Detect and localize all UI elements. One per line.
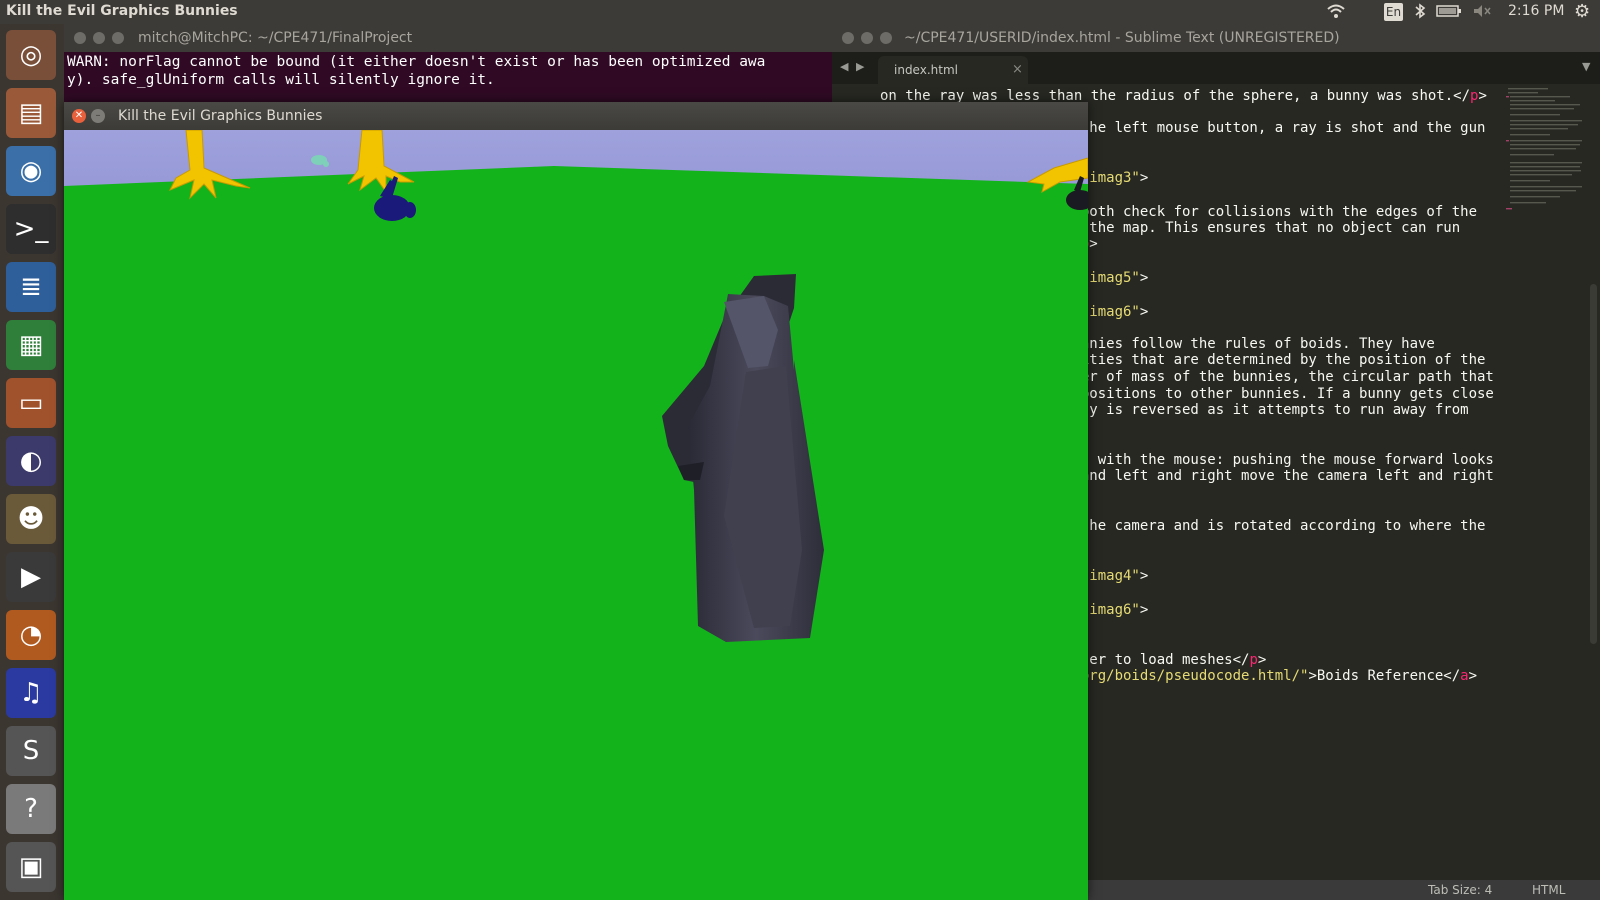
launcher-item-blender[interactable]: ◔	[6, 610, 56, 660]
code-line: nter of mass of the bunnies, the circula…	[1064, 369, 1494, 385]
gear-icon[interactable]: ⚙	[1574, 1, 1590, 22]
minimize-icon[interactable]	[93, 32, 105, 44]
launcher-item-terminal[interactable]: >_	[6, 204, 56, 254]
tab-index-html[interactable]: index.html ×	[878, 56, 1028, 84]
syntax-indicator[interactable]: HTML	[1532, 883, 1565, 897]
terminal-title: mitch@MitchPC: ~/CPE471/FinalProject	[138, 30, 413, 46]
tab-size-indicator[interactable]: Tab Size: 4	[1428, 883, 1492, 897]
game-window[interactable]: ✕ – Kill the Evil Graphics Bunnies	[64, 102, 1088, 900]
launcher-item-files[interactable]: ▤	[6, 88, 56, 138]
eclipse-icon: ◐	[19, 446, 43, 476]
ubuntu-logo-icon: ◎	[19, 40, 43, 70]
video-player-icon: ▶	[21, 562, 41, 592]
launcher-item-workspace[interactable]: ▣	[6, 842, 56, 892]
code-line: , and left and right move the camera lef…	[1064, 468, 1494, 484]
close-icon[interactable]	[842, 32, 854, 44]
keyboard-layout-indicator[interactable]: En	[1384, 3, 1403, 21]
terminal-line: WARN: norFlag cannot be bound (it either…	[67, 54, 766, 70]
launcher-item-sublime[interactable]: S	[6, 726, 56, 776]
code-line: s the left mouse button, a ray is shot a…	[1064, 120, 1486, 136]
close-icon[interactable]: ✕	[72, 109, 86, 123]
terminal-icon: >_	[13, 214, 49, 244]
code-line: h.org/boids/pseudocode.html/">Boids Refe…	[1064, 668, 1478, 684]
sublime-icon: S	[22, 736, 40, 766]
launcher-item-writer[interactable]: ≣	[6, 262, 56, 312]
sublime-title: ~/CPE471/USERID/index.html - Sublime Tex…	[904, 30, 1340, 46]
active-app-title: Kill the Evil Graphics Bunnies	[6, 3, 238, 19]
minimize-icon[interactable]	[861, 32, 873, 44]
workspace-icon: ▣	[18, 852, 44, 882]
top-panel: Kill the Evil Graphics Bunnies En 2:16 P…	[0, 0, 1600, 24]
terminal-line: y). safe_glUniform calls will silently i…	[67, 72, 495, 88]
code-line: led with the mouse: pushing the mouse fo…	[1064, 452, 1494, 468]
gimp-icon: ☻	[17, 504, 45, 534]
close-tab-icon[interactable]: ×	[1012, 62, 1023, 77]
code-line: o the camera and is rotated according to…	[1064, 518, 1486, 534]
terminal-window[interactable]: mitch@MitchPC: ~/CPE471/FinalProject WAR…	[64, 24, 832, 104]
terminal-output[interactable]: WARN: norFlag cannot be bound (it either…	[64, 52, 832, 90]
sublime-titlebar[interactable]: ~/CPE471/USERID/index.html - Sublime Tex…	[832, 24, 1600, 52]
minimize-icon[interactable]: –	[91, 109, 105, 123]
tab-label: index.html	[894, 63, 958, 77]
presentation-icon: ▭	[18, 388, 44, 418]
terminal-titlebar[interactable]: mitch@MitchPC: ~/CPE471/FinalProject	[64, 24, 832, 52]
scrollbar-thumb[interactable]	[1590, 284, 1597, 644]
launcher-item-help[interactable]: ?	[6, 784, 56, 834]
launcher-item-eclipse[interactable]: ◐	[6, 436, 56, 486]
maximize-icon[interactable]	[112, 32, 124, 44]
wifi-icon[interactable]	[1326, 3, 1346, 23]
maximize-icon[interactable]	[880, 32, 892, 44]
launcher-item-chromium[interactable]: ◉	[6, 146, 56, 196]
help-icon: ?	[24, 794, 38, 824]
code-line: on the map. This ensures that no object …	[1064, 220, 1461, 236]
audio-icon: ♫	[19, 678, 43, 708]
clock[interactable]: 2:16 PM	[1508, 3, 1564, 19]
blender-icon: ◔	[19, 620, 43, 650]
launcher-item-videos[interactable]: ▶	[6, 552, 56, 602]
vertical-scrollbar[interactable]	[1587, 84, 1600, 884]
volume-muted-icon[interactable]	[1472, 3, 1492, 23]
browser-icon: ◉	[19, 156, 43, 186]
launcher-item-impress[interactable]: ▭	[6, 378, 56, 428]
bluetooth-icon[interactable]	[1414, 3, 1426, 23]
code-line: e positions to other bunnies. If a bunny…	[1064, 386, 1494, 402]
launcher-item-calc[interactable]: ▦	[6, 320, 56, 370]
battery-icon[interactable]	[1436, 3, 1462, 23]
launcher: ◎ ▤ ◉ >_ ≣ ▦ ▭ ◐ ☻ ▶ ◔ ♫ S? ▣	[0, 24, 64, 900]
chevron-down-icon[interactable]: ▼	[1582, 60, 1590, 73]
close-icon[interactable]	[74, 32, 86, 44]
launcher-item-dash-home[interactable]: ◎	[6, 30, 56, 80]
arrow-right-icon[interactable]: ▶	[856, 60, 864, 73]
file-cabinet-icon: ▤	[18, 98, 44, 128]
code-line: oader to load meshes</p>	[1064, 652, 1267, 668]
launcher-item-gimp[interactable]: ☻	[6, 494, 56, 544]
code-line: s both check for collisions with the edg…	[1064, 204, 1478, 220]
minimap[interactable]	[1502, 84, 1586, 884]
code-line: ocities that are determined by the posit…	[1064, 352, 1486, 368]
code-line: bunnies follow the rules of boids. They …	[1064, 336, 1435, 352]
document-icon: ≣	[20, 272, 42, 302]
game-titlebar[interactable]: ✕ – Kill the Evil Graphics Bunnies	[64, 102, 1088, 130]
code-line: city is reversed as it attempts to run a…	[1064, 402, 1469, 418]
ground	[64, 166, 1088, 900]
game-title: Kill the Evil Graphics Bunnies	[118, 108, 323, 124]
game-viewport[interactable]	[64, 130, 1088, 900]
arrow-left-icon[interactable]: ◀	[840, 60, 848, 73]
spreadsheet-icon: ▦	[18, 330, 44, 360]
launcher-item-audacity[interactable]: ♫	[6, 668, 56, 718]
tab-bar: ◀ ▶ index.html × ▼	[832, 52, 1600, 84]
